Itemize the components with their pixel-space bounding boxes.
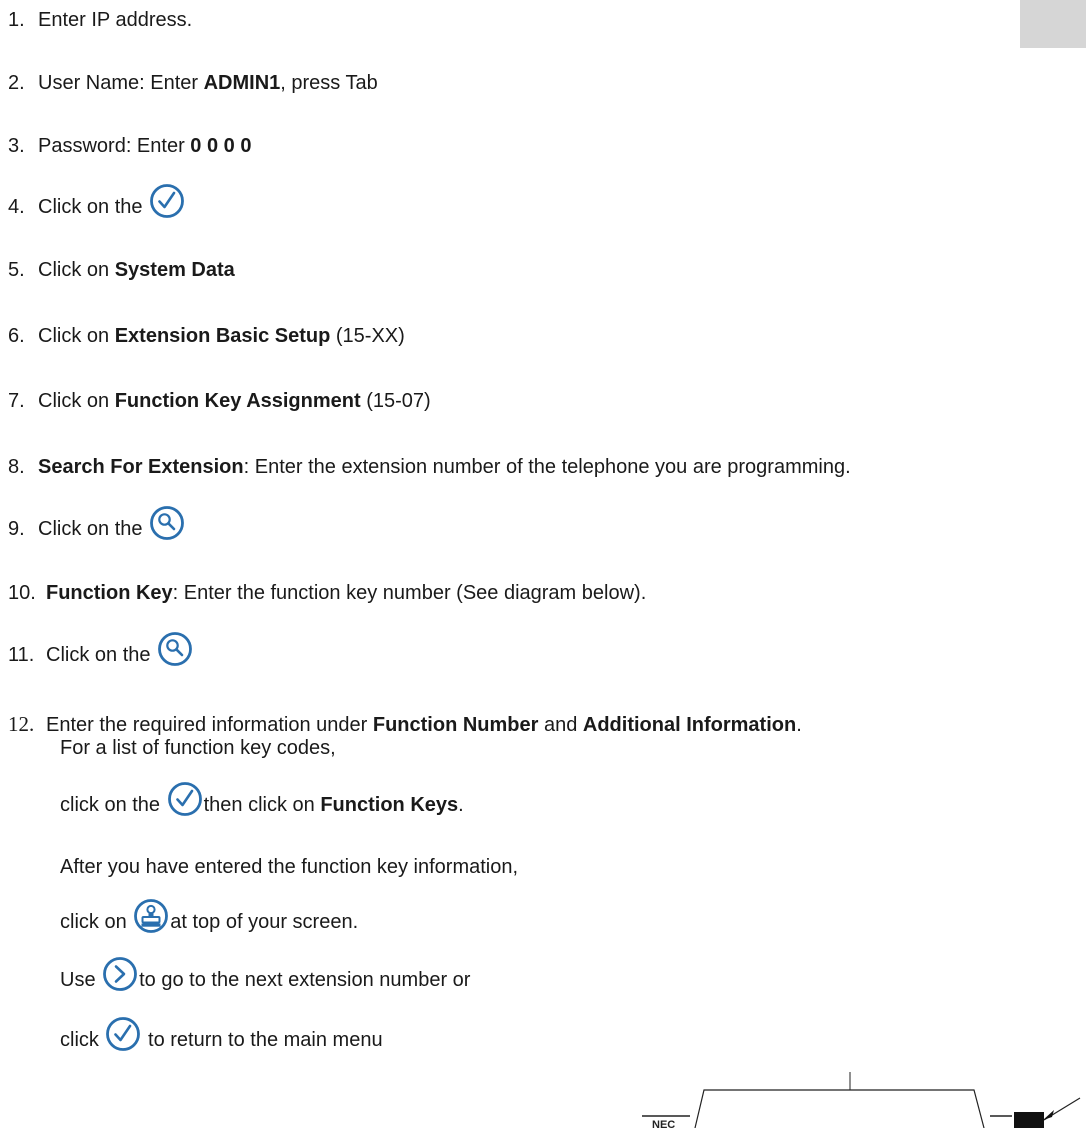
step-number: 12. (8, 712, 35, 736)
step-bold-text: Function Key Assignment (114, 390, 361, 412)
step-bold-text: Function Keys (320, 794, 459, 816)
step-text: Click on the (46, 644, 157, 666)
step-bold-text: Function Key (46, 582, 173, 604)
step-text: Enter IP address. (38, 9, 193, 31)
step-number: 4. (8, 196, 25, 218)
step-number: 11. (8, 644, 35, 666)
step-text: User Name: Enter (38, 72, 204, 94)
step-bold-text: Search For Extension (38, 456, 244, 478)
step-number: 10. (8, 582, 36, 604)
step-7: 7. Click on Function Key Assignment (15-0… (8, 389, 431, 413)
step-text: For a list of function key codes, (60, 737, 336, 759)
step-text: click (60, 1029, 105, 1051)
step-text: Click on (38, 325, 115, 347)
step-text: . (458, 794, 464, 816)
step-12: 12. Enter the required information under … (8, 712, 802, 737)
save-stamp-icon (133, 898, 169, 934)
step-text: : Enter the function key number (See dia… (172, 582, 647, 604)
step-12-line-4: click on at top of your screen. (60, 898, 358, 934)
step-text: at top of your screen. (170, 911, 359, 933)
step-number: 8. (8, 456, 25, 478)
step-bold-text: System Data (114, 259, 235, 281)
step-bold-text: Function Number (372, 714, 539, 736)
step-6: 6. Click on Extension Basic Setup (15-XX) (8, 324, 405, 348)
step-text: . (796, 714, 802, 736)
step-number: 5. (8, 259, 25, 281)
step-text: Click on the (38, 196, 149, 218)
step-12-line-2: click on the then click on Function Keys… (60, 781, 464, 817)
step-11: 11. Click on the (8, 631, 194, 667)
step-text: to go to the next extension number or (139, 969, 471, 991)
step-text: Enter the required information under (46, 714, 373, 736)
checkmark-circle-icon (149, 183, 185, 219)
step-bold-text: Extension Basic Setup (114, 325, 331, 347)
step-text: then click on (203, 794, 321, 816)
step-12-line-6: click to return to the main menu (60, 1016, 383, 1052)
step-4: 4. Click on the (8, 183, 186, 219)
step-text: Use (60, 969, 102, 991)
step-number: 7. (8, 390, 25, 412)
step-number: 3. (8, 135, 25, 157)
step-9: 9. Click on the (8, 505, 186, 541)
step-number: 2. (8, 72, 25, 94)
step-2: 2. User Name: Enter ADMIN1, press Tab (8, 71, 378, 95)
svg-text:NEC: NEC (652, 1119, 675, 1128)
step-text: Click on (38, 390, 115, 412)
step-text: to return to the main menu (142, 1029, 383, 1051)
step-text: click on the (60, 794, 166, 816)
step-text: After you have entered the function key … (60, 856, 519, 878)
step-12-line-3: After you have entered the function key … (60, 855, 518, 879)
step-bold-text: ADMIN1 (203, 72, 281, 94)
corner-gray-box (1020, 0, 1086, 48)
step-text: (15-07) (360, 390, 431, 412)
step-8: 8. Search For Extension: Enter the extens… (8, 455, 851, 479)
step-text: click on (60, 911, 133, 933)
step-text: and (538, 714, 583, 736)
step-text: (15-XX) (330, 325, 405, 347)
step-3: 3. Password: Enter 0 0 0 0 (8, 134, 251, 158)
step-10: 10. Function Key: Enter the function key … (8, 581, 646, 605)
step-number: 9. (8, 518, 25, 540)
step-1: 1. Enter IP address. (8, 8, 192, 32)
step-12-line-5: Use to go to the next extension number o… (60, 956, 470, 992)
step-bold-text: 0 0 0 0 (190, 135, 252, 157)
step-text: Password: Enter (38, 135, 191, 157)
telephone-diagram: NEC (640, 1072, 1086, 1131)
step-number: 6. (8, 325, 25, 347)
step-text: Click on the (38, 518, 149, 540)
step-text: : Enter the extension number of the tele… (243, 456, 851, 478)
step-number: 1. (8, 9, 25, 31)
next-arrow-circle-icon (102, 956, 138, 992)
step-12-line-1: For a list of function key codes, (60, 736, 336, 760)
step-5: 5. Click on System Data (8, 258, 235, 282)
magnifier-circle-icon (157, 631, 193, 667)
magnifier-circle-icon (149, 505, 185, 541)
checkmark-circle-icon (105, 1016, 141, 1052)
step-text: , press Tab (280, 72, 378, 94)
step-text: Click on (38, 259, 115, 281)
checkmark-circle-icon (167, 781, 203, 817)
step-bold-text: Additional Information (582, 714, 797, 736)
